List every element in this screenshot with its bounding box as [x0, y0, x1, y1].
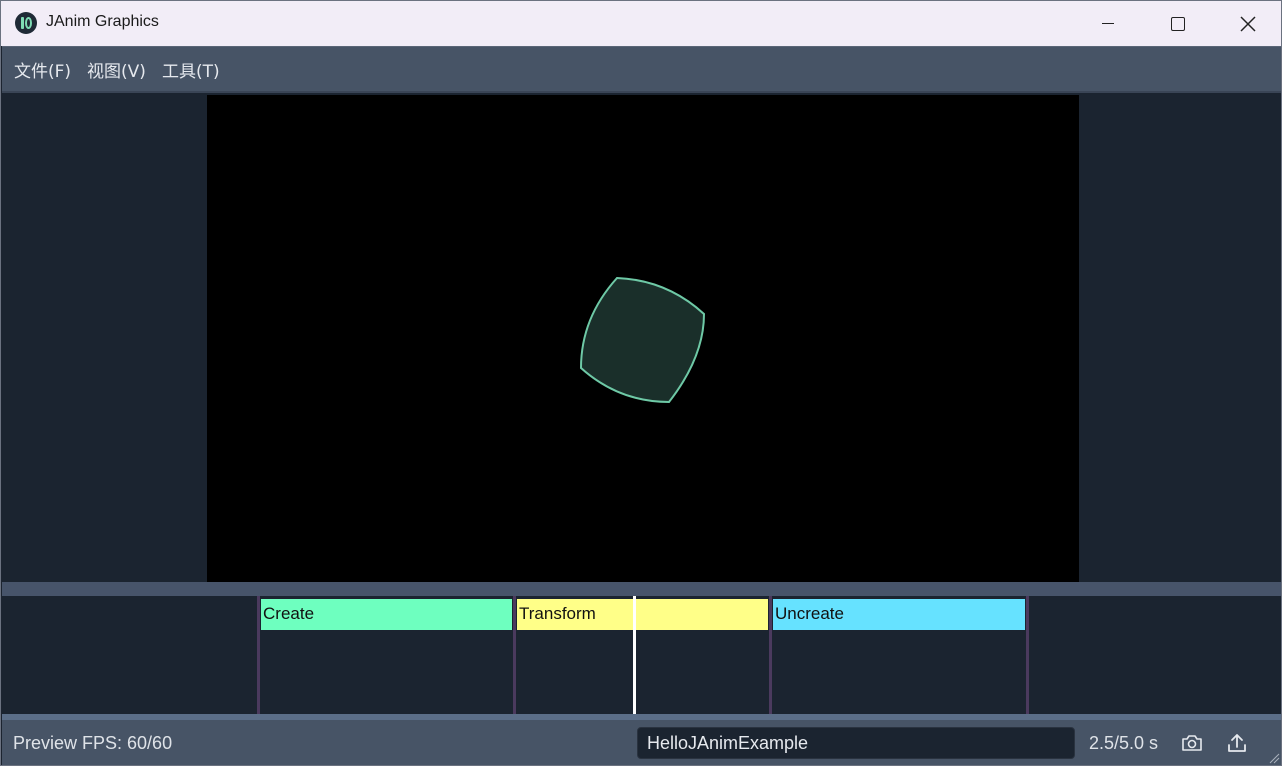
maximize-button[interactable] [1143, 1, 1213, 46]
maximize-icon [1171, 16, 1185, 31]
timeline-block-uncreate[interactable]: Uncreate [773, 599, 1025, 630]
morphing-shape [579, 276, 706, 404]
timeline-marker [1026, 596, 1029, 714]
close-icon [1240, 15, 1256, 32]
timeline-marker [257, 596, 260, 714]
timeline-marker [769, 596, 772, 714]
resize-grip-icon[interactable] [1268, 752, 1280, 764]
menu-bar: 文件(F) 视图(V) 工具(T) [2, 46, 1281, 91]
status-bar: Preview FPS: 60/60 HelloJAnimExample 2.5… [2, 720, 1281, 765]
render-viewport [207, 95, 1079, 584]
fps-readout: Preview FPS: 60/60 [13, 733, 173, 753]
screenshot-button[interactable] [1179, 730, 1205, 756]
camera-icon [1182, 735, 1202, 751]
timeline-splitter[interactable] [2, 582, 1281, 596]
close-button[interactable] [1213, 1, 1281, 46]
export-icon [1228, 734, 1246, 752]
app-window: JAnim Graphics 文件(F) 视图(V) 工具(T) Create … [0, 0, 1282, 766]
minimize-icon [1102, 23, 1114, 24]
minimize-button[interactable] [1073, 1, 1143, 46]
menu-file[interactable]: 文件(F) [12, 55, 73, 84]
time-readout: 2.5/5.0 s [1089, 733, 1159, 753]
timeline-block-create[interactable]: Create [261, 599, 512, 630]
menu-view[interactable]: 视图(V) [85, 55, 148, 84]
timeline-marker [513, 596, 516, 714]
timeline-block-transform[interactable]: Transform [517, 599, 768, 630]
timeline[interactable]: Create Transform Uncreate [2, 596, 1281, 714]
app-logo-icon [15, 12, 37, 34]
preview-area [2, 91, 1281, 584]
scene-name-field[interactable]: HelloJAnimExample [637, 727, 1075, 759]
export-button[interactable] [1224, 730, 1250, 756]
title-bar: JAnim Graphics [1, 1, 1281, 46]
playhead[interactable] [633, 596, 636, 714]
menu-tools[interactable]: 工具(T) [160, 55, 222, 84]
scene-canvas [579, 276, 706, 404]
window-title: JAnim Graphics [46, 13, 159, 30]
